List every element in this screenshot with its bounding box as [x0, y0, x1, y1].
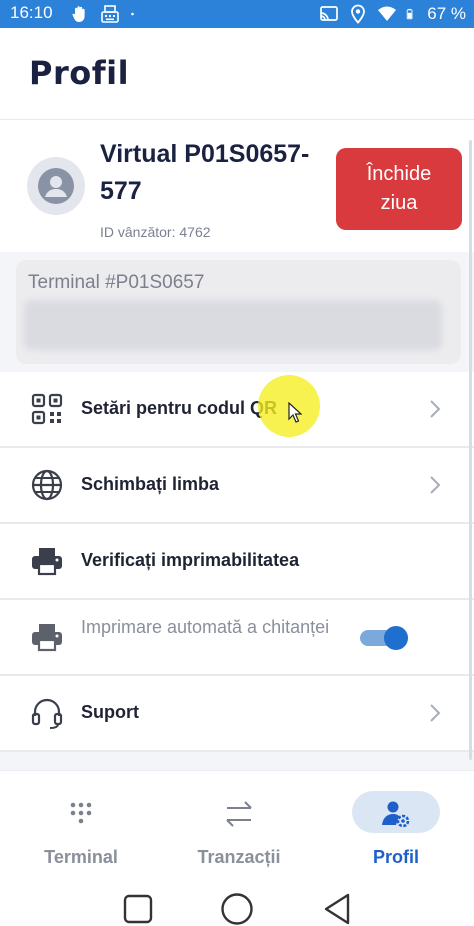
terminal-info-box: Terminal #P01S0657	[16, 260, 461, 364]
chevron-right-icon	[430, 704, 441, 722]
tab-transactions[interactable]: Tranzacții	[164, 789, 314, 869]
menu-label: Suport	[81, 702, 139, 722]
location-icon	[351, 4, 366, 24]
bottom-navigation: Terminal Tranzacții Profil	[0, 770, 474, 870]
transfer-arrows-icon	[226, 801, 252, 827]
tab-label: Tranzacții	[197, 847, 281, 867]
back-icon[interactable]	[320, 892, 354, 926]
qr-code-icon	[31, 393, 63, 425]
menu-item-auto-print: Imprimare automată a chitanței	[0, 600, 474, 676]
auto-print-toggle[interactable]	[360, 626, 408, 650]
toggle-knob	[384, 626, 408, 650]
profile-content[interactable]: Virtual P01S0657-577 ID vânzător: 4762 Î…	[0, 120, 474, 770]
avatar	[27, 157, 85, 215]
menu-label: Verificați imprimabilitatea	[81, 550, 300, 570]
battery-percent: 67 %	[427, 4, 466, 23]
tab-label: Terminal	[44, 847, 118, 867]
page-title: Profil	[29, 54, 130, 92]
printer-icon	[32, 624, 62, 652]
close-day-label: Închide ziua	[366, 163, 432, 214]
chevron-right-icon	[430, 476, 441, 494]
keyboard-icon	[101, 5, 119, 23]
keypad-icon	[70, 802, 92, 824]
status-time: 16:10	[10, 3, 53, 22]
profile-name: Virtual P01S0657-577	[100, 140, 310, 205]
dot-icon	[131, 12, 134, 16]
globe-icon	[31, 469, 63, 501]
menu-label: Imprimare automată a chitanței	[81, 617, 330, 637]
recent-apps-icon[interactable]	[121, 892, 155, 926]
hand-icon	[72, 6, 85, 22]
menu-item-language[interactable]: Schimbați limba	[0, 448, 474, 524]
menu-label: Schimbați limba	[81, 474, 220, 494]
app-header: Profil	[0, 28, 474, 120]
wifi-icon	[378, 6, 397, 21]
menu-label: Setări pentru codul QR	[81, 398, 278, 418]
seller-id: ID vânzător: 4762	[100, 224, 211, 240]
user-avatar-icon	[38, 168, 74, 204]
status-bar: 16:10 67 %	[0, 0, 474, 28]
printer-icon	[32, 548, 62, 576]
home-icon[interactable]	[220, 892, 254, 926]
terminal-label: Terminal #P01S0657	[28, 272, 205, 293]
user-settings-icon	[382, 801, 410, 828]
menu-item-support[interactable]: Suport	[0, 676, 474, 752]
chevron-right-icon	[430, 400, 441, 418]
tab-label: Profil	[372, 847, 419, 867]
menu-item-check-printing[interactable]: Verificați imprimabilitatea	[0, 524, 474, 600]
system-navigation-bar	[0, 870, 474, 926]
headset-icon	[31, 698, 63, 729]
mouse-cursor-icon	[288, 402, 302, 423]
tab-terminal[interactable]: Terminal	[6, 789, 156, 869]
cast-icon	[320, 6, 339, 21]
tab-profile[interactable]: Profil	[321, 789, 471, 869]
close-day-button[interactable]: Închide ziua	[336, 148, 462, 230]
terminal-details-redacted	[24, 300, 442, 350]
menu-item-qr-settings[interactable]: Setări pentru codul QR	[0, 372, 474, 448]
settings-menu: Setări pentru codul QR Schimbați limba V…	[0, 372, 474, 752]
battery-icon	[407, 8, 413, 20]
profile-card: Virtual P01S0657-577 ID vânzător: 4762 Î…	[0, 120, 474, 252]
